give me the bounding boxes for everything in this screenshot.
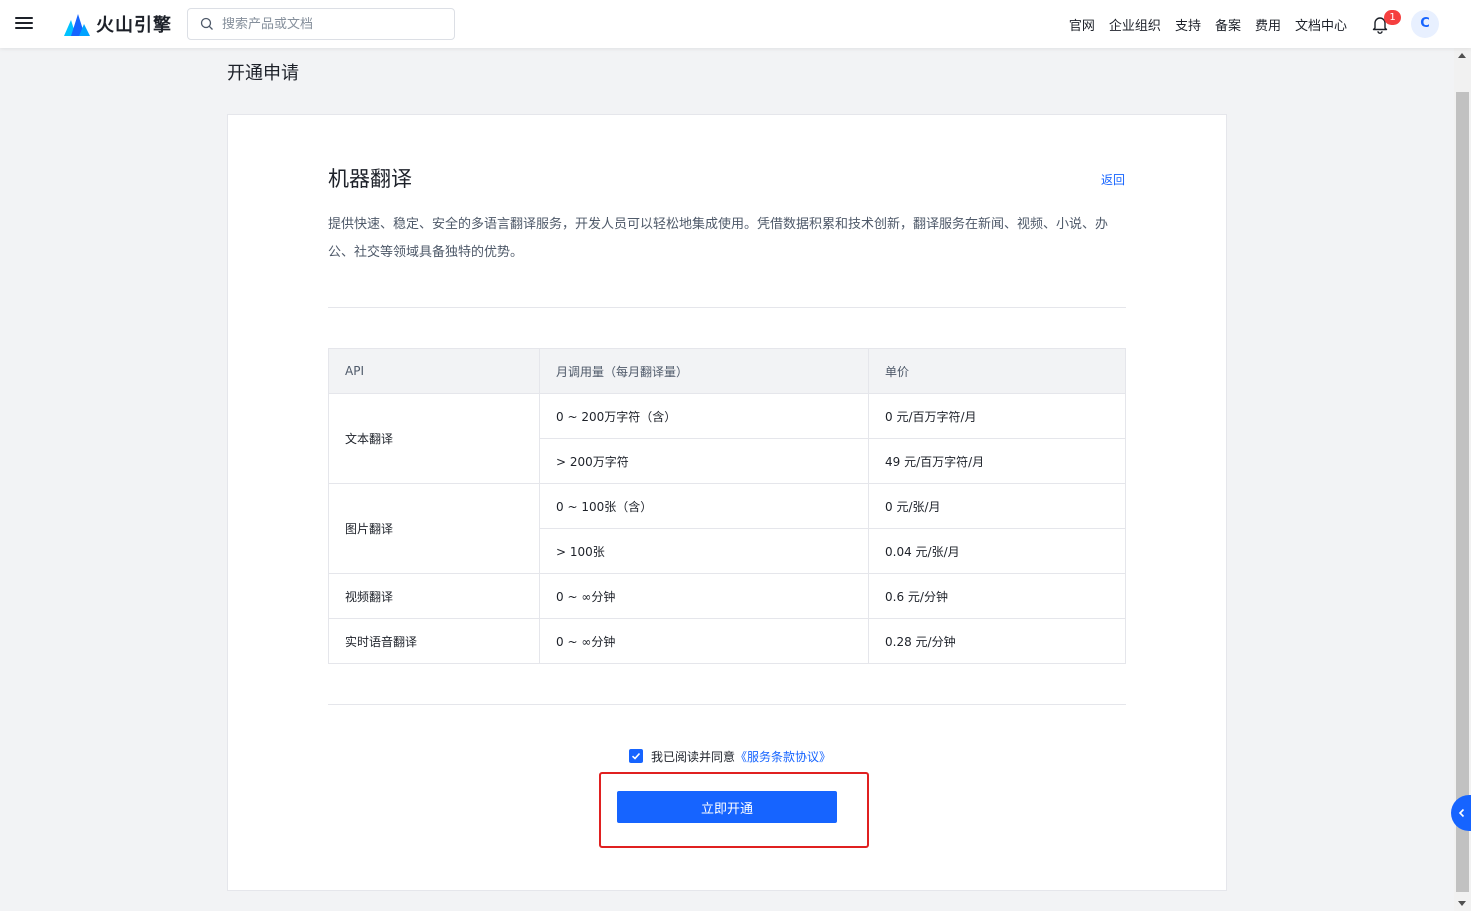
- price-cell: 49 元/百万字符/月: [868, 438, 1126, 484]
- usage-cell: 0 ~ 100张（含）: [539, 483, 869, 529]
- check-icon: [631, 752, 641, 760]
- service-description: 提供快速、稳定、安全的多语言翻译服务，开发人员可以轻松地集成使用。凭借数据积累和…: [328, 217, 1109, 260]
- usage-cell: 0 ~ 200万字符（含）: [539, 393, 869, 439]
- header-api: API: [328, 348, 540, 394]
- nav-icp-filing[interactable]: 备案: [1215, 15, 1241, 34]
- service-title: 机器翻译: [328, 167, 412, 191]
- search-box[interactable]: [187, 8, 455, 40]
- agreement-row: 我已阅读并同意 《服务条款协议》: [629, 748, 831, 764]
- price-cell: 0 元/张/月: [868, 483, 1126, 529]
- usage-cell: > 100张: [539, 528, 869, 574]
- divider-bottom: [328, 704, 1126, 705]
- table-row: 视频翻译 0 ~ ∞分钟 0.6 元/分钟: [328, 573, 1126, 619]
- service-terms-link[interactable]: 《服务条款协议》: [735, 748, 831, 765]
- avatar[interactable]: C: [1411, 10, 1439, 38]
- chevron-left-icon: [1458, 808, 1465, 818]
- service-card: 机器翻译 返回 提供快速、稳定、安全的多语言翻译服务，开发人员可以轻松地集成使用…: [227, 114, 1227, 891]
- nav-billing[interactable]: 费用: [1255, 15, 1281, 34]
- usage-cell: 0 ~ ∞分钟: [539, 573, 869, 619]
- nav-official-site[interactable]: 官网: [1069, 15, 1095, 34]
- nav-docs[interactable]: 文档中心: [1295, 15, 1347, 34]
- table-header-row: API 月调用量（每月翻译量） 单价: [328, 348, 1126, 394]
- table-row: 文本翻译 0 ~ 200万字符（含） 0 元/百万字符/月: [328, 393, 1126, 484]
- volcano-logo-icon: [64, 14, 90, 36]
- api-image-translation: 图片翻译: [328, 483, 540, 574]
- top-bar: 火山引擎 官网 企业组织 支持 备案 费用 文档中心 1 C: [0, 0, 1471, 48]
- notification-badge: 1: [1384, 10, 1401, 25]
- divider-top: [328, 307, 1126, 308]
- api-video-translation: 视频翻译: [328, 573, 540, 619]
- scroll-down-arrow-icon[interactable]: [1458, 901, 1466, 906]
- search-icon: [200, 17, 213, 30]
- page-title: 开通申请: [227, 63, 299, 84]
- nav-support[interactable]: 支持: [1175, 15, 1201, 34]
- api-voice-translation: 实时语音翻译: [328, 618, 540, 664]
- header-price: 单价: [868, 348, 1126, 394]
- activate-now-button[interactable]: 立即开通: [617, 791, 837, 823]
- scroll-up-arrow-icon[interactable]: [1458, 53, 1466, 58]
- top-nav: 官网 企业组织 支持 备案 费用 文档中心: [1055, 0, 1347, 48]
- header-usage: 月调用量（每月翻译量）: [539, 348, 869, 394]
- logo[interactable]: 火山引擎: [64, 12, 172, 36]
- scrollbar[interactable]: [1454, 48, 1471, 911]
- search-input[interactable]: [222, 16, 442, 32]
- price-cell: 0.6 元/分钟: [868, 573, 1126, 619]
- nav-organization[interactable]: 企业组织: [1109, 15, 1161, 34]
- table-row: 实时语音翻译 0 ~ ∞分钟 0.28 元/分钟: [328, 618, 1126, 664]
- back-link[interactable]: 返回: [1101, 171, 1125, 188]
- usage-cell: > 200万字符: [539, 438, 869, 484]
- usage-cell: 0 ~ ∞分钟: [539, 618, 869, 664]
- logo-text: 火山引擎: [96, 15, 172, 36]
- price-cell: 0.04 元/张/月: [868, 528, 1126, 574]
- agreement-text: 我已阅读并同意: [651, 749, 736, 764]
- menu-icon[interactable]: [14, 14, 34, 34]
- price-cell: 0.28 元/分钟: [868, 618, 1126, 664]
- scroll-thumb[interactable]: [1456, 92, 1469, 892]
- table-row: 图片翻译 0 ~ 100张（含） 0 元/张/月: [328, 483, 1126, 574]
- api-text-translation: 文本翻译: [328, 393, 540, 484]
- price-cell: 0 元/百万字符/月: [868, 393, 1126, 439]
- pricing-table: API 月调用量（每月翻译量） 单价 文本翻译 0 ~ 200万字符（含） 0 …: [328, 348, 1126, 664]
- agreement-checkbox[interactable]: [629, 749, 643, 763]
